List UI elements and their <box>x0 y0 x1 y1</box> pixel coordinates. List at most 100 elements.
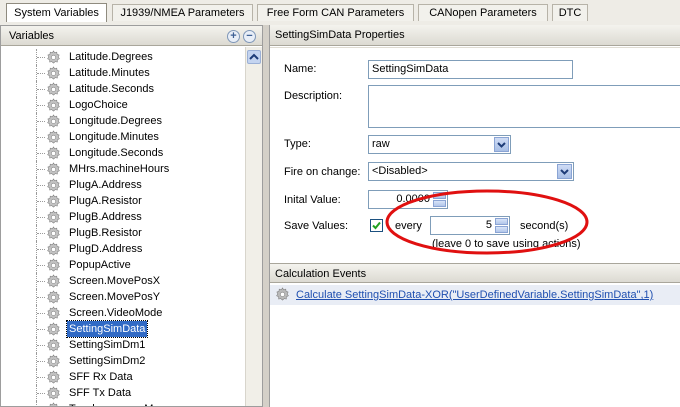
tree-item[interactable]: MHrs.machineHours <box>1 161 245 177</box>
calculation-event-link[interactable]: Calculate SettingSimData-XOR("UserDefine… <box>296 285 653 305</box>
gear-icon <box>46 402 61 406</box>
fire-on-change-select[interactable]: <Disabled> <box>368 162 574 181</box>
gear-icon <box>46 290 61 305</box>
save-values-label: Save Values: <box>284 220 349 232</box>
tree-item[interactable]: SettingSimDm1 <box>1 337 245 353</box>
tree-item[interactable]: Longitude.Seconds <box>1 145 245 161</box>
tree-connector-line <box>37 153 45 154</box>
tree-item[interactable]: LogoChoice <box>1 97 245 113</box>
tree-item-label: SettingSimData <box>65 320 149 338</box>
tree-item[interactable]: Toucheau...ar...M... <box>1 401 245 406</box>
tree-item[interactable]: Screen.MovePosY <box>1 289 245 305</box>
gear-icon <box>46 146 61 161</box>
type-dropdown-button[interactable] <box>494 137 509 152</box>
gear-icon <box>46 114 61 129</box>
name-label: Name: <box>284 63 317 75</box>
checkmark-icon <box>372 221 381 230</box>
remove-variable-button[interactable]: − <box>243 30 256 43</box>
variables-tree: Latitude.Degrees Latitude.Minutes Latitude… <box>1 47 245 406</box>
tree-connector-line <box>37 89 45 90</box>
initial-value-stepper[interactable]: 0.0000 <box>368 190 448 209</box>
initial-value-label: Inital Value: <box>284 194 341 206</box>
name-field[interactable]: SettingSimData <box>368 60 573 79</box>
description-field[interactable] <box>368 85 680 128</box>
tree-item[interactable]: Latitude.Seconds <box>1 81 245 97</box>
variables-panel-title: Variables <box>9 30 55 42</box>
tree-item[interactable]: Longitude.Degrees <box>1 113 245 129</box>
gear-icon <box>46 82 61 97</box>
tree-connector-line <box>37 185 45 186</box>
type-select-value: raw <box>372 138 390 150</box>
tree-item-label: SettingSimDm2 <box>69 355 146 367</box>
gear-icon <box>46 130 61 145</box>
gear-icon <box>46 242 61 257</box>
tree-item[interactable]: SettingSimData <box>1 320 245 338</box>
tree-item[interactable]: PlugB.Resistor <box>1 225 245 241</box>
tree-item-label: Latitude.Seconds <box>69 83 155 95</box>
tree-item[interactable]: SettingSimDm2 <box>1 353 245 369</box>
tree-connector-line <box>37 105 45 106</box>
every-label: every <box>395 220 422 232</box>
save-interval-value: 5 <box>485 219 492 231</box>
tab-free-form-can-parameters[interactable]: Free Form CAN Parameters <box>257 4 414 21</box>
variables-panel: Variables + − Latitude.Degrees Latitude.M… <box>0 25 263 407</box>
tree-item[interactable]: SFF Rx Data <box>1 369 245 385</box>
tree-item[interactable]: Latitude.Minutes <box>1 65 245 81</box>
properties-panel: SettingSimData Properties Name: SettingS… <box>269 25 680 407</box>
tree-item-label: Screen.MovePosY <box>69 291 161 303</box>
tree-connector-line <box>37 201 45 202</box>
tree-connector-line <box>37 329 45 330</box>
gear-icon <box>46 274 61 289</box>
tree-item[interactable]: Screen.VideoMode <box>1 305 245 321</box>
fire-on-change-value: <Disabled> <box>372 165 428 177</box>
tree-connector-line <box>37 361 45 362</box>
gear-icon <box>46 162 61 177</box>
calculation-events-header: Calculation Events <box>270 263 680 283</box>
gear-icon <box>46 66 61 81</box>
save-interval-spin-buttons[interactable] <box>495 218 508 233</box>
save-values-checkbox[interactable] <box>370 219 383 232</box>
tree-connector-line <box>37 377 45 378</box>
tree-item-label: Longitude.Seconds <box>69 147 164 159</box>
variables-scrollbar[interactable] <box>245 47 262 406</box>
save-interval-stepper[interactable]: 5 <box>430 216 510 235</box>
tab-strip: System Variables J1939/NMEA Parameters F… <box>0 0 680 25</box>
tab-dtc[interactable]: DTC <box>552 4 588 21</box>
type-select[interactable]: raw <box>368 135 511 154</box>
tree-item-label: PopupActive <box>69 259 131 271</box>
tree-item[interactable]: Latitude.Degrees <box>1 49 245 65</box>
tree-item[interactable]: PlugB.Address <box>1 209 245 225</box>
tree-item[interactable]: PlugA.Address <box>1 177 245 193</box>
gear-icon <box>46 322 61 337</box>
tree-item-label: SettingSimDm1 <box>69 339 146 351</box>
tree-connector-line <box>37 345 45 346</box>
calculation-event-row[interactable]: Calculate SettingSimData-XOR("UserDefine… <box>270 285 680 305</box>
initial-value-text: 0.0000 <box>396 193 430 205</box>
scroll-up-button[interactable] <box>247 50 261 64</box>
tree-item[interactable]: Longitude.Minutes <box>1 129 245 145</box>
tree-item-label: MHrs.machineHours <box>69 163 170 175</box>
tree-item[interactable]: PlugD.Address <box>1 241 245 257</box>
tree-connector-line <box>37 393 45 394</box>
tree-item[interactable]: SFF Tx Data <box>1 385 245 401</box>
properties-panel-title: SettingSimData Properties <box>270 25 680 46</box>
tree-connector-line <box>37 281 45 282</box>
chevron-down-icon <box>560 169 569 175</box>
tab-system-variables[interactable]: System Variables <box>6 3 107 22</box>
gear-icon <box>46 258 61 273</box>
tree-connector-line <box>37 265 45 266</box>
tree-connector-line <box>37 217 45 218</box>
tree-item[interactable]: PopupActive <box>1 257 245 273</box>
add-variable-button[interactable]: + <box>227 30 240 43</box>
tree-connector-line <box>37 137 45 138</box>
tab-canopen-parameters[interactable]: CANopen Parameters <box>418 4 548 21</box>
gear-icon <box>46 386 61 401</box>
fire-on-change-dropdown-button[interactable] <box>557 164 572 179</box>
tab-j1939-nmea-parameters[interactable]: J1939/NMEA Parameters <box>112 4 253 21</box>
initial-value-spin-buttons[interactable] <box>433 192 446 207</box>
gear-icon <box>46 50 61 65</box>
seconds-label: second(s) <box>520 220 569 232</box>
tree-item[interactable]: Screen.MovePosX <box>1 273 245 289</box>
tree-item-label: SFF Rx Data <box>69 371 133 383</box>
tree-item[interactable]: PlugA.Resistor <box>1 193 245 209</box>
